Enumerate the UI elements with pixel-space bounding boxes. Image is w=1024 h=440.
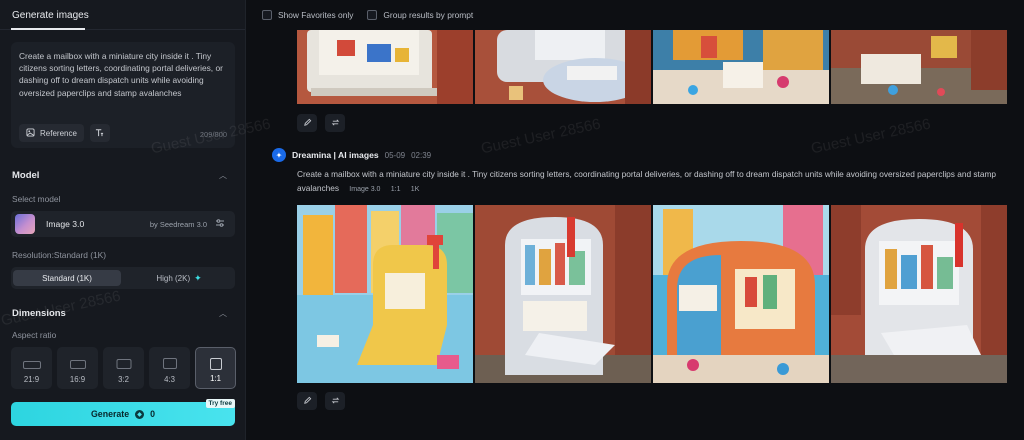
previous-result-actions [297, 114, 345, 132]
char-counter: 209/800 [199, 130, 227, 139]
aspect-ratio-label: Aspect ratio [12, 330, 57, 340]
generation-date: 05-09 [384, 150, 406, 160]
panel-tab-bar: Generate images [0, 0, 245, 30]
model-tag: Image 3.0 [349, 186, 381, 193]
ratio-label: 16:9 [69, 375, 86, 384]
aspect-ratio-16-9[interactable]: 16:9 [57, 347, 98, 389]
reference-label: Reference [40, 128, 77, 138]
current-result-actions [297, 392, 345, 410]
coin-icon: ◆ [135, 409, 145, 419]
generation-time: 02:39 [411, 150, 432, 160]
ratio-shape-icon [116, 359, 131, 369]
result-image[interactable] [653, 30, 829, 104]
refresh-icon [331, 118, 340, 129]
ratio-label: 3:2 [118, 375, 129, 384]
ratio-label: 1:1 [210, 374, 221, 383]
try-free-badge: Try free [205, 399, 235, 408]
result-image[interactable] [475, 30, 651, 104]
edit-button[interactable] [297, 392, 317, 410]
dimensions-section-title: Dimensions [12, 308, 66, 319]
resolution-high-option[interactable]: High (2K) ✦ [125, 270, 233, 286]
model-section-title: Model [12, 170, 40, 181]
generate-button[interactable]: Generate ◆ 0 Try free [11, 399, 235, 426]
result-image[interactable] [297, 205, 473, 383]
model-provider: by Seedream 3.0 [149, 220, 207, 229]
resolution-label: Resolution:Standard (1K) [12, 250, 107, 260]
tab-active-indicator [11, 28, 85, 30]
ratio-tag: 1:1 [390, 186, 401, 193]
results-area: Show Favorites only Group results by pro… [252, 0, 1024, 440]
resolution-tag: 1K [410, 186, 420, 193]
prompt-input[interactable]: Create a mailbox with a miniature city i… [11, 42, 235, 148]
generation-header: ✦ Dreamina | AI images 05-09 02:39 [272, 148, 431, 162]
sliders-icon[interactable] [215, 218, 225, 230]
generation-source: Dreamina | AI images [292, 150, 379, 160]
image-icon [26, 127, 35, 139]
regenerate-button[interactable] [325, 392, 345, 410]
prompt-actions: Reference [19, 124, 110, 142]
aspect-ratio-3-2[interactable]: 3:2 [103, 347, 144, 389]
regenerate-button[interactable] [325, 114, 345, 132]
ratio-label: 4:3 [164, 375, 175, 384]
generate-label: Generate [90, 409, 130, 419]
result-image[interactable] [297, 30, 473, 104]
previous-results-strip [297, 30, 1007, 104]
favorites-filter-label: Show Favorites only [278, 10, 354, 20]
ratio-shape-icon [162, 358, 177, 369]
model-selector[interactable]: Image 3.0 by Seedream 3.0 [11, 211, 235, 237]
reference-button[interactable]: Reference [19, 124, 84, 142]
generation-panel: Generate images Create a mailbox with a … [0, 0, 246, 440]
resolution-standard-label: Standard (1K) [42, 273, 92, 283]
resolution-standard-option[interactable]: Standard (1K) [13, 270, 121, 286]
ratio-shape-icon [209, 358, 222, 370]
aspect-ratio-options: 21:9 16:9 3:2 4:3 1:1 [11, 347, 236, 389]
text-format-icon [95, 128, 104, 139]
model-thumbnail [15, 214, 35, 234]
model-name: Image 3.0 [46, 219, 85, 229]
generation-prompt-text[interactable]: Create a mailbox with a miniature city i… [297, 169, 996, 193]
pencil-icon [303, 396, 312, 407]
ratio-shape-icon [69, 360, 86, 369]
aspect-ratio-1-1[interactable]: 1:1 [195, 347, 236, 389]
tab-generate-images[interactable]: Generate images [12, 10, 89, 21]
result-image[interactable] [475, 205, 651, 383]
result-image[interactable] [653, 205, 829, 383]
text-format-button[interactable] [89, 124, 110, 142]
ratio-label: 21:9 [23, 375, 40, 384]
current-results-strip [297, 205, 1007, 383]
chevron-up-icon[interactable]: ︿ [219, 170, 227, 181]
aspect-ratio-21-9[interactable]: 21:9 [11, 347, 52, 389]
filter-bar: Show Favorites only Group results by pro… [252, 0, 1024, 30]
dreamina-avatar: ✦ [272, 148, 286, 162]
group-filter-label: Group results by prompt [383, 10, 474, 20]
generate-credits: 0 [150, 409, 156, 419]
ratio-shape-icon [22, 361, 41, 369]
pencil-icon [303, 118, 312, 129]
edit-button[interactable] [297, 114, 317, 132]
sparkle-icon: ✦ [194, 272, 202, 283]
prompt-text[interactable]: Create a mailbox with a miniature city i… [19, 50, 227, 99]
refresh-icon [331, 396, 340, 407]
group-checkbox[interactable] [367, 10, 378, 20]
favorites-filter[interactable]: Show Favorites only [262, 10, 353, 20]
result-image[interactable] [831, 205, 1007, 383]
generation-prompt: Create a mailbox with a miniature city i… [297, 167, 1024, 197]
chevron-up-icon[interactable]: ︿ [219, 308, 227, 319]
result-image[interactable] [831, 30, 1007, 104]
resolution-high-label: High (2K) [156, 273, 191, 283]
select-model-label: Select model [12, 194, 61, 204]
group-filter[interactable]: Group results by prompt [367, 10, 473, 20]
favorites-checkbox[interactable] [262, 10, 272, 20]
resolution-toggle: Standard (1K) High (2K) ✦ [11, 267, 235, 289]
aspect-ratio-4-3[interactable]: 4:3 [149, 347, 190, 389]
app-window: Generate images Create a mailbox with a … [0, 0, 1024, 440]
